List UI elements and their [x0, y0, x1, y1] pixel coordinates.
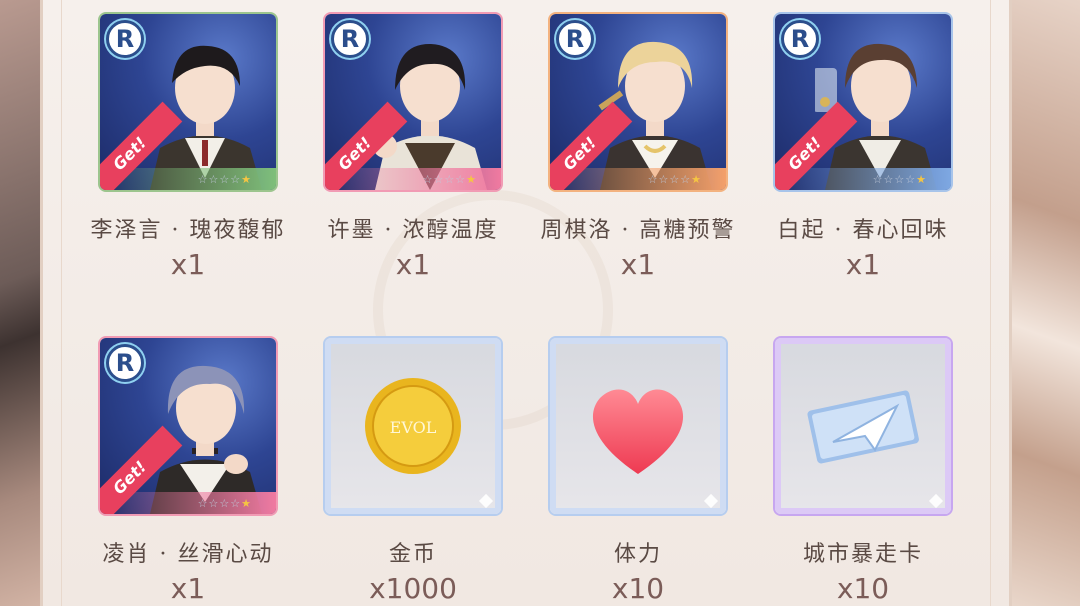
reward-name: 凌肖 · 丝滑心动: [102, 542, 274, 567]
item-card[interactable]: [775, 338, 951, 514]
reward-quantity: x1000: [369, 572, 457, 605]
reward-name: 体力: [613, 542, 662, 567]
rarity-badge: R: [781, 20, 819, 58]
rarity-badge: R: [106, 20, 144, 58]
reward-quantity: x1: [170, 248, 206, 281]
star-rating: ☆☆☆☆★: [197, 173, 252, 186]
reward-quantity: x10: [836, 572, 890, 605]
coin-label: EVOL: [390, 418, 437, 437]
character-card[interactable]: R Get! ☆☆☆☆★: [325, 14, 501, 190]
star-rating: ☆☆☆☆★: [422, 173, 477, 186]
reward-item[interactable]: R Get! ☆☆☆☆★ 许墨 · 浓醇温度 x1: [303, 14, 523, 281]
reward-panel: R Get! ☆☆☆☆★ 李泽言 · 瑰夜馥郁 x1 R Get! ☆☆☆☆★ …: [40, 0, 1012, 606]
reward-name: 白起 · 春心回味: [777, 218, 949, 243]
reward-name: 城市暴走卡: [802, 542, 923, 567]
reward-name: 李泽言 · 瑰夜馥郁: [90, 218, 286, 243]
reward-item[interactable]: R Get! ☆☆☆☆★ 凌肖 · 丝滑心动 x1: [78, 338, 298, 605]
rarity-badge: R: [331, 20, 369, 58]
reward-item[interactable]: 城市暴走卡 x10: [753, 338, 973, 605]
reward-quantity: x1: [620, 248, 656, 281]
star-rating: ☆☆☆☆★: [197, 497, 252, 510]
gold-coin-icon: EVOL: [365, 378, 461, 474]
reward-quantity: x1: [170, 572, 206, 605]
reward-quantity: x10: [611, 572, 665, 605]
background-right-artwork: [1000, 0, 1080, 606]
rarity-badge: R: [556, 20, 594, 58]
item-card[interactable]: EVOL: [325, 338, 501, 514]
reward-item[interactable]: 体力 x10: [528, 338, 748, 605]
character-card[interactable]: R Get! ☆☆☆☆★: [100, 338, 276, 514]
character-card[interactable]: R Get! ☆☆☆☆★: [550, 14, 726, 190]
star-rating: ☆☆☆☆★: [872, 173, 927, 186]
reward-name: 周棋洛 · 高糖预警: [540, 218, 736, 243]
heart-icon: [592, 389, 684, 474]
character-card[interactable]: R Get! ☆☆☆☆★: [100, 14, 276, 190]
item-card[interactable]: [550, 338, 726, 514]
reward-item[interactable]: R Get! ☆☆☆☆★ 周棋洛 · 高糖预警 x1: [528, 14, 748, 281]
character-card[interactable]: R Get! ☆☆☆☆★: [775, 14, 951, 190]
reward-name: 许墨 · 浓醇温度: [327, 218, 499, 243]
reward-item[interactable]: R Get! ☆☆☆☆★ 李泽言 · 瑰夜馥郁 x1: [78, 14, 298, 281]
reward-item[interactable]: EVOL 金币 x1000: [303, 338, 523, 605]
reward-item[interactable]: R Get! ☆☆☆☆★ 白起 · 春心回味 x1: [753, 14, 973, 281]
rarity-badge: R: [106, 344, 144, 382]
star-rating: ☆☆☆☆★: [647, 173, 702, 186]
paper-plane-ticket-icon: [807, 390, 919, 464]
reward-quantity: x1: [395, 248, 431, 281]
reward-quantity: x1: [845, 248, 881, 281]
reward-name: 金币: [388, 542, 437, 567]
